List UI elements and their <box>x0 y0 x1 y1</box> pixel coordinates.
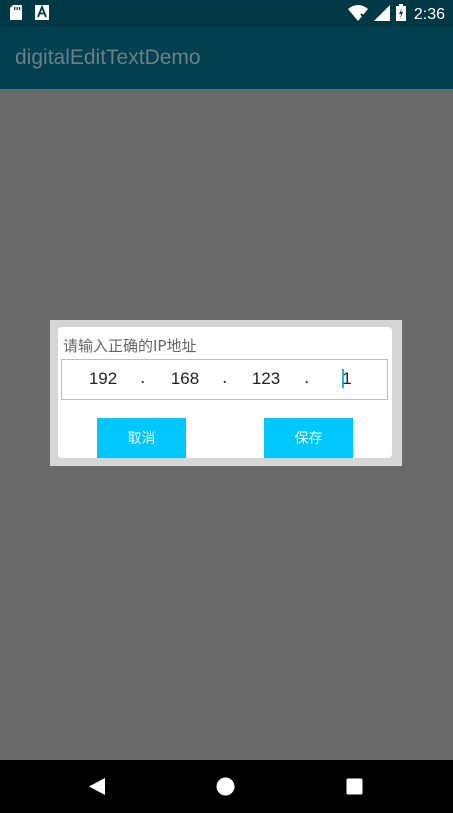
status-bar: 2:36 <box>0 0 453 27</box>
a-notification-icon <box>35 4 49 24</box>
navigation-bar <box>0 760 453 813</box>
ip-octet-1[interactable]: 192 <box>78 369 128 389</box>
cancel-button[interactable]: 取消 <box>97 418 186 458</box>
ip-input-box[interactable]: 192 . 168 . 123 . 1 <box>61 359 388 400</box>
signal-icon <box>373 4 390 25</box>
wifi-icon <box>347 4 368 25</box>
ip-separator-2: . <box>222 368 228 388</box>
dialog-title: 请输入正确的IP地址 <box>63 337 197 355</box>
battery-icon <box>395 4 406 25</box>
ip-octet-2[interactable]: 168 <box>160 369 210 389</box>
app-bar: digitalEditTextDemo <box>0 27 453 89</box>
save-button[interactable]: 保存 <box>264 418 353 458</box>
recents-icon[interactable] <box>346 778 363 799</box>
app-title: digitalEditTextDemo <box>15 46 201 69</box>
ip-octet-4[interactable]: 1 <box>322 369 372 389</box>
ip-octet-3[interactable]: 123 <box>241 369 291 389</box>
ip-separator-1: . <box>140 368 146 388</box>
sd-card-icon <box>10 5 23 24</box>
ip-dialog: 请输入正确的IP地址 192 . 168 . 123 . 1 取消 保存 <box>50 320 402 466</box>
ip-dialog-panel: 请输入正确的IP地址 192 . 168 . 123 . 1 取消 保存 <box>58 327 392 458</box>
ip-separator-3: . <box>304 368 310 388</box>
status-time: 2:36 <box>413 5 445 23</box>
home-icon[interactable] <box>216 777 235 800</box>
back-icon[interactable] <box>88 777 106 800</box>
